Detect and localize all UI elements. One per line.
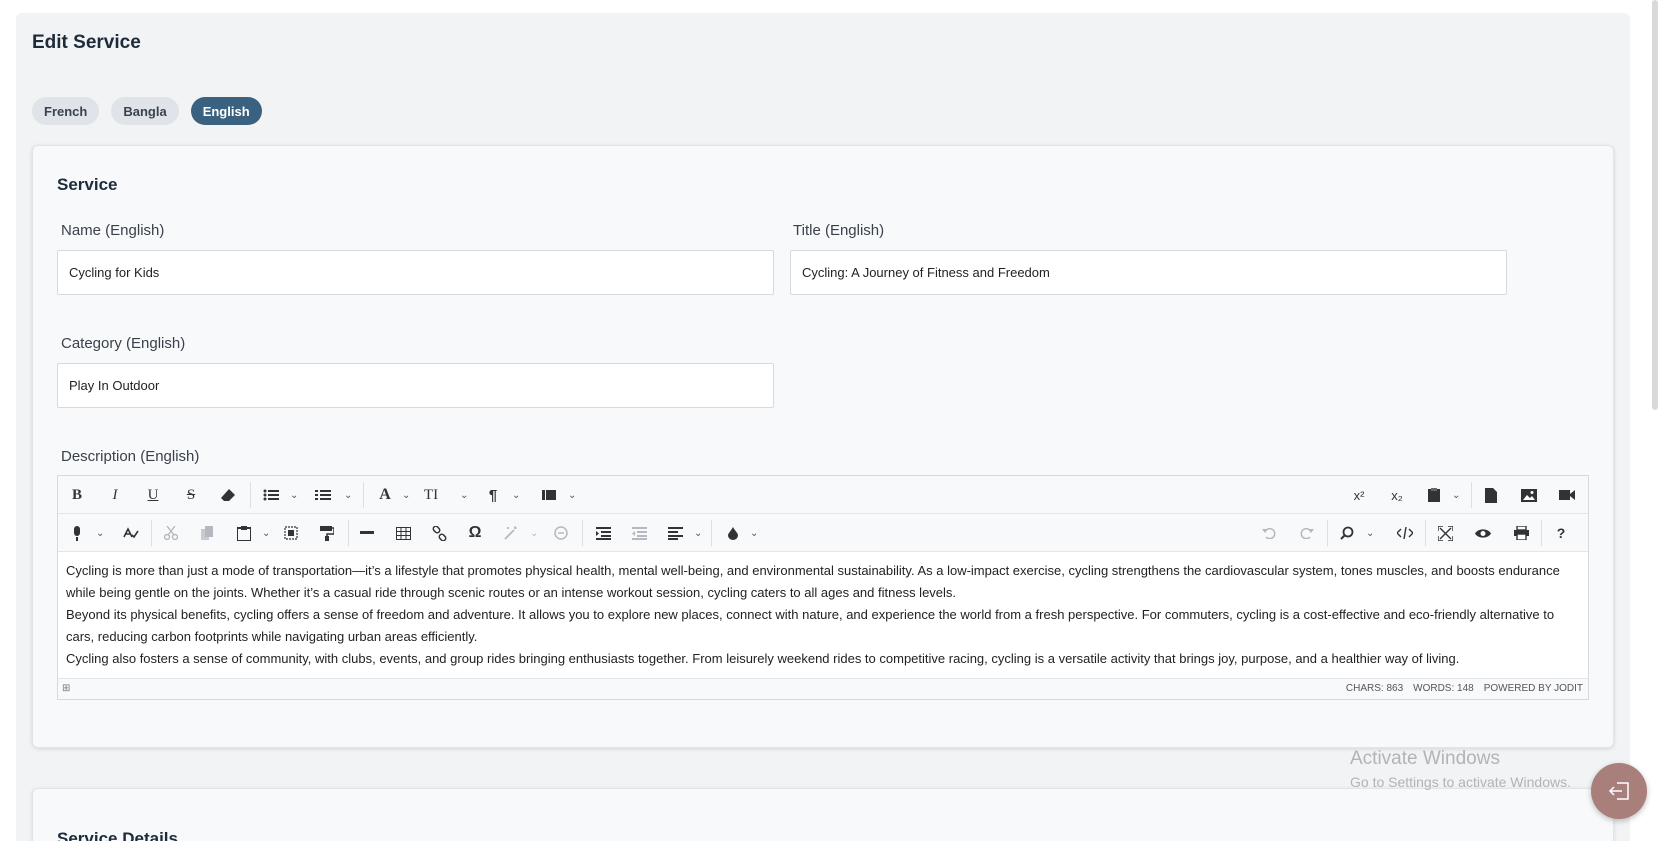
toolbar-divider [1541, 520, 1542, 546]
service-details-title: Service Details [57, 829, 178, 841]
chevron-down-icon[interactable]: ⌄ [750, 514, 758, 552]
toolbar-divider [582, 520, 583, 546]
font-family-button[interactable]: A [372, 476, 398, 514]
select-all-icon[interactable] [278, 514, 304, 552]
print-icon[interactable] [1508, 514, 1534, 552]
chevron-down-icon[interactable]: ⌄ [290, 476, 298, 514]
chevron-down-icon[interactable]: ⌄ [1366, 514, 1374, 552]
toolbar-divider [711, 520, 712, 546]
copy-icon[interactable] [194, 514, 220, 552]
horizontal-rule-icon[interactable] [354, 514, 380, 552]
superscript-button[interactable]: x² [1346, 476, 1372, 514]
cut-icon[interactable] [158, 514, 184, 552]
spellcheck-icon[interactable] [118, 514, 144, 552]
bullet-list-icon[interactable] [258, 476, 284, 514]
description-paragraph: Cycling is more than just a mode of tran… [66, 563, 1560, 600]
file-icon[interactable] [1478, 476, 1504, 514]
tab-bangla[interactable]: Bangla [111, 97, 179, 125]
editor-toolbar-row-2: ⌄ ⌄ Ω ⌄ ⌄ ⌄ ⌄ ? [58, 514, 1588, 552]
numbered-list-icon[interactable] [310, 476, 336, 514]
powered-by-link[interactable]: POWERED BY JODIT [1484, 683, 1583, 694]
italic-button[interactable]: I [102, 476, 128, 514]
chevron-down-icon[interactable]: ⌄ [694, 514, 702, 552]
help-button[interactable]: ? [1548, 514, 1574, 552]
windows-watermark-title: Activate Windows [1350, 748, 1500, 769]
table-icon[interactable] [390, 514, 416, 552]
source-code-icon[interactable] [1392, 514, 1418, 552]
chevron-down-icon[interactable]: ⌄ [460, 476, 468, 514]
title-input[interactable]: Cycling: A Journey of Fitness and Freedo… [790, 250, 1507, 295]
toolbar-divider [1425, 520, 1426, 546]
tab-english[interactable]: English [190, 97, 262, 125]
editor-toolbar-row-1: B I U S ⌄ ⌄ A ⌄ TI ⌄ ¶ ⌄ ⌄ x² x₂ ⌄ [58, 476, 1588, 514]
logout-fab-button[interactable] [1591, 763, 1647, 819]
language-tabs: French Bangla English [32, 97, 262, 125]
strikethrough-button[interactable]: S [178, 476, 204, 514]
unlink-icon[interactable] [548, 514, 574, 552]
description-label: Description (English) [61, 448, 200, 465]
eraser-icon[interactable] [215, 476, 241, 514]
block-style-icon[interactable] [536, 476, 562, 514]
toolbar-divider [151, 520, 152, 546]
tab-french[interactable]: French [32, 97, 100, 125]
chevron-down-icon[interactable]: ⌄ [530, 514, 538, 552]
chevron-down-icon[interactable]: ⌄ [568, 476, 576, 514]
category-label: Category (English) [61, 335, 186, 352]
editor-statusbar: ⊞ CHARS: 863 WORDS: 148 POWERED BY JODIT [58, 678, 1588, 699]
search-icon[interactable] [1334, 514, 1360, 552]
format-painter-icon[interactable] [314, 514, 340, 552]
chevron-down-icon[interactable]: ⌄ [262, 514, 270, 552]
special-char-button[interactable]: Ω [462, 514, 488, 552]
microphone-icon[interactable] [64, 514, 90, 552]
title-label: Title (English) [793, 222, 885, 239]
paste-icon[interactable] [231, 514, 257, 552]
char-count: CHARS: 863 [1345, 683, 1404, 694]
toolbar-divider [348, 520, 349, 546]
description-paragraph: Beyond its physical benefits, cycling of… [66, 607, 1555, 644]
bold-button[interactable]: B [64, 476, 90, 514]
clipboard-icon[interactable] [1421, 476, 1447, 514]
description-editor: B I U S ⌄ ⌄ A ⌄ TI ⌄ ¶ ⌄ ⌄ x² x₂ ⌄ ⌄ ⌄ Ω… [57, 475, 1589, 700]
magic-wand-icon[interactable] [498, 514, 524, 552]
font-size-button[interactable]: TI [418, 476, 444, 514]
word-count: WORDS: 148 [1413, 683, 1474, 694]
chevron-down-icon[interactable]: ⌄ [96, 514, 104, 552]
toolbar-divider [250, 482, 251, 508]
page-title: Edit Service [32, 32, 141, 53]
editor-content[interactable]: Cycling is more than just a mode of tran… [58, 553, 1588, 679]
name-input[interactable]: Cycling for Kids [57, 250, 774, 295]
fullscreen-icon[interactable] [1432, 514, 1458, 552]
paragraph-button[interactable]: ¶ [480, 476, 506, 514]
indent-icon[interactable] [590, 514, 616, 552]
align-icon[interactable] [662, 514, 688, 552]
service-section-title: Service [57, 175, 118, 194]
underline-button[interactable]: U [140, 476, 166, 514]
toolbar-divider [1327, 520, 1328, 546]
category-input[interactable]: Play In Outdoor [57, 363, 774, 408]
toolbar-divider [363, 482, 364, 508]
redo-icon[interactable] [1294, 514, 1320, 552]
name-label: Name (English) [61, 222, 165, 239]
subscript-button[interactable]: x₂ [1384, 476, 1410, 514]
preview-eye-icon[interactable] [1470, 514, 1496, 552]
toolbar-divider [1471, 482, 1472, 508]
service-details-card: Service Details [32, 788, 1614, 841]
chevron-down-icon[interactable]: ⌄ [344, 476, 352, 514]
windows-watermark-subtitle: Go to Settings to activate Windows. [1350, 774, 1571, 790]
chevron-down-icon[interactable]: ⌄ [402, 476, 410, 514]
color-drop-icon[interactable] [720, 514, 746, 552]
video-icon[interactable] [1554, 476, 1580, 514]
page-scrollbar[interactable] [1652, 0, 1658, 410]
image-icon[interactable] [1516, 476, 1542, 514]
description-paragraph: Cycling also fosters a sense of communit… [66, 651, 1460, 666]
link-icon[interactable] [426, 514, 452, 552]
chevron-down-icon[interactable]: ⌄ [1452, 476, 1460, 514]
chevron-down-icon[interactable]: ⌄ [512, 476, 520, 514]
resize-handle-icon[interactable]: ⊞ [62, 683, 70, 694]
undo-icon[interactable] [1256, 514, 1282, 552]
outdent-icon[interactable] [626, 514, 652, 552]
logout-icon [1608, 782, 1629, 800]
